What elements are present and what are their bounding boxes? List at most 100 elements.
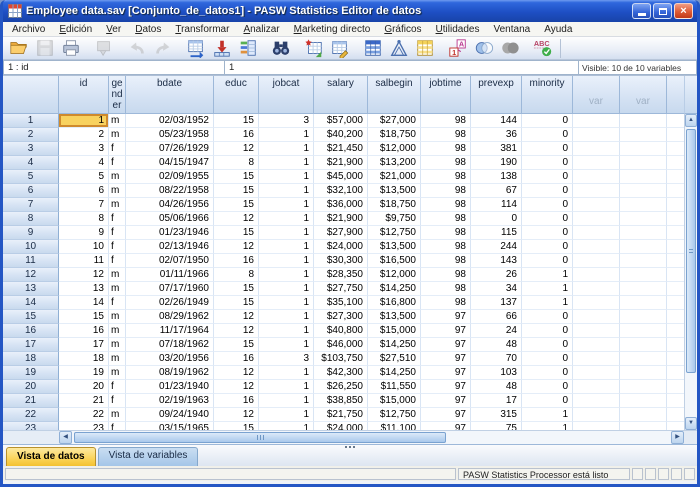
cell-salary[interactable]: $38,850	[314, 394, 368, 408]
column-header-gender[interactable]: gender	[109, 76, 126, 114]
cell-minority[interactable]: 0	[522, 212, 573, 226]
cell-educ[interactable]: 16	[214, 128, 259, 142]
goto-case-button[interactable]	[183, 38, 209, 59]
cell-var2[interactable]	[620, 212, 667, 226]
cell-jobtime[interactable]: 98	[421, 114, 471, 128]
cell-var2[interactable]	[620, 170, 667, 184]
cell-minority[interactable]: 0	[522, 254, 573, 268]
cell-id[interactable]: 8	[59, 212, 109, 226]
cell-id[interactable]: 11	[59, 254, 109, 268]
cell-var2[interactable]	[620, 240, 667, 254]
cell-educ[interactable]: 12	[214, 212, 259, 226]
cell-gender[interactable]: m	[109, 310, 126, 324]
menu-archivo[interactable]: Archivo	[5, 23, 52, 36]
cell-prevexp[interactable]: 67	[471, 184, 522, 198]
cell-gender[interactable]: m	[109, 324, 126, 338]
cell-educ[interactable]: 12	[214, 366, 259, 380]
cell-id[interactable]: 6	[59, 184, 109, 198]
cell-salbegin[interactable]: $12,750	[368, 408, 421, 422]
column-header-var2[interactable]: var	[620, 76, 667, 114]
cell-gender[interactable]: f	[109, 212, 126, 226]
cell-jobcat[interactable]: 1	[259, 226, 314, 240]
cell-jobcat[interactable]: 1	[259, 296, 314, 310]
cell-educ[interactable]: 15	[214, 170, 259, 184]
cell-salbegin[interactable]: $18,750	[368, 128, 421, 142]
cell-id[interactable]: 17	[59, 338, 109, 352]
cell-prevexp[interactable]: 24	[471, 324, 522, 338]
cell-prevexp[interactable]: 34	[471, 282, 522, 296]
cell-bdate[interactable]: 01/23/1946	[126, 226, 214, 240]
cell-prevexp[interactable]: 315	[471, 408, 522, 422]
cell-salbegin[interactable]: $11,100	[368, 422, 421, 430]
insert-cases-button[interactable]	[301, 38, 327, 59]
cell-salbegin[interactable]: $16,500	[368, 254, 421, 268]
cell-gender[interactable]: m	[109, 352, 126, 366]
row-header[interactable]: 18	[3, 352, 59, 366]
cell-jobtime[interactable]: 98	[421, 240, 471, 254]
cell-salary[interactable]: $24,000	[314, 422, 368, 430]
goto-variable-button[interactable]	[209, 38, 235, 59]
cell-jobcat[interactable]: 1	[259, 394, 314, 408]
cell-bdate[interactable]: 07/17/1960	[126, 282, 214, 296]
row-header[interactable]: 10	[3, 240, 59, 254]
cell-gender[interactable]: m	[109, 128, 126, 142]
cell-var2[interactable]	[620, 338, 667, 352]
cell-jobtime[interactable]: 98	[421, 296, 471, 310]
cell-gender[interactable]: m	[109, 408, 126, 422]
cell-salary[interactable]: $26,250	[314, 380, 368, 394]
cell-gender[interactable]: m	[109, 366, 126, 380]
cell-gender[interactable]: f	[109, 226, 126, 240]
print-button[interactable]	[58, 38, 84, 59]
row-header[interactable]: 9	[3, 226, 59, 240]
scroll-right-arrow[interactable]: ▶	[671, 431, 684, 444]
cell-educ[interactable]: 15	[214, 226, 259, 240]
cell-jobcat[interactable]: 1	[259, 184, 314, 198]
cell-educ[interactable]: 16	[214, 254, 259, 268]
save-button[interactable]	[32, 38, 58, 59]
cell-prevexp[interactable]: 138	[471, 170, 522, 184]
cell-prevexp[interactable]: 137	[471, 296, 522, 310]
cell-bdate[interactable]: 11/17/1964	[126, 324, 214, 338]
cell-bdate[interactable]: 03/20/1956	[126, 352, 214, 366]
cell-var1[interactable]	[573, 254, 620, 268]
cell-var1[interactable]	[573, 408, 620, 422]
column-header-bdate[interactable]: bdate	[126, 76, 214, 114]
cell-id[interactable]: 23	[59, 422, 109, 430]
cell-prevexp[interactable]: 244	[471, 240, 522, 254]
cell-educ[interactable]: 8	[214, 156, 259, 170]
cell-bdate[interactable]: 02/26/1949	[126, 296, 214, 310]
cell-prevexp[interactable]: 0	[471, 212, 522, 226]
cell-educ[interactable]: 12	[214, 408, 259, 422]
cell-minority[interactable]: 0	[522, 394, 573, 408]
cell-prevexp[interactable]: 36	[471, 128, 522, 142]
cell-jobcat[interactable]: 1	[259, 268, 314, 282]
cell-var2[interactable]	[620, 324, 667, 338]
cell-minority[interactable]: 0	[522, 184, 573, 198]
cell-jobtime[interactable]: 98	[421, 198, 471, 212]
row-header[interactable]: 15	[3, 310, 59, 324]
cell-salary[interactable]: $35,100	[314, 296, 368, 310]
cell-educ[interactable]: 15	[214, 184, 259, 198]
splitter-handle[interactable]	[345, 446, 347, 448]
cell-salary[interactable]: $36,000	[314, 198, 368, 212]
cell-id[interactable]: 12	[59, 268, 109, 282]
cell-educ[interactable]: 15	[214, 198, 259, 212]
cell-gender[interactable]: f	[109, 142, 126, 156]
cell-var2[interactable]	[620, 352, 667, 366]
cell-var2[interactable]	[620, 422, 667, 430]
cell-salary[interactable]: $42,300	[314, 366, 368, 380]
cell-var1[interactable]	[573, 198, 620, 212]
minimize-button[interactable]	[632, 3, 651, 19]
cell-prevexp[interactable]: 66	[471, 310, 522, 324]
row-header[interactable]: 13	[3, 282, 59, 296]
cell-id[interactable]: 18	[59, 352, 109, 366]
close-button[interactable]: ×	[674, 3, 693, 19]
cell-jobtime[interactable]: 98	[421, 212, 471, 226]
cell-jobtime[interactable]: 98	[421, 156, 471, 170]
row-header[interactable]: 11	[3, 254, 59, 268]
cell-jobcat[interactable]: 1	[259, 338, 314, 352]
cell-salary[interactable]: $57,000	[314, 114, 368, 128]
cell-jobtime[interactable]: 97	[421, 324, 471, 338]
cell-minority[interactable]: 0	[522, 226, 573, 240]
cell-educ[interactable]: 8	[214, 268, 259, 282]
